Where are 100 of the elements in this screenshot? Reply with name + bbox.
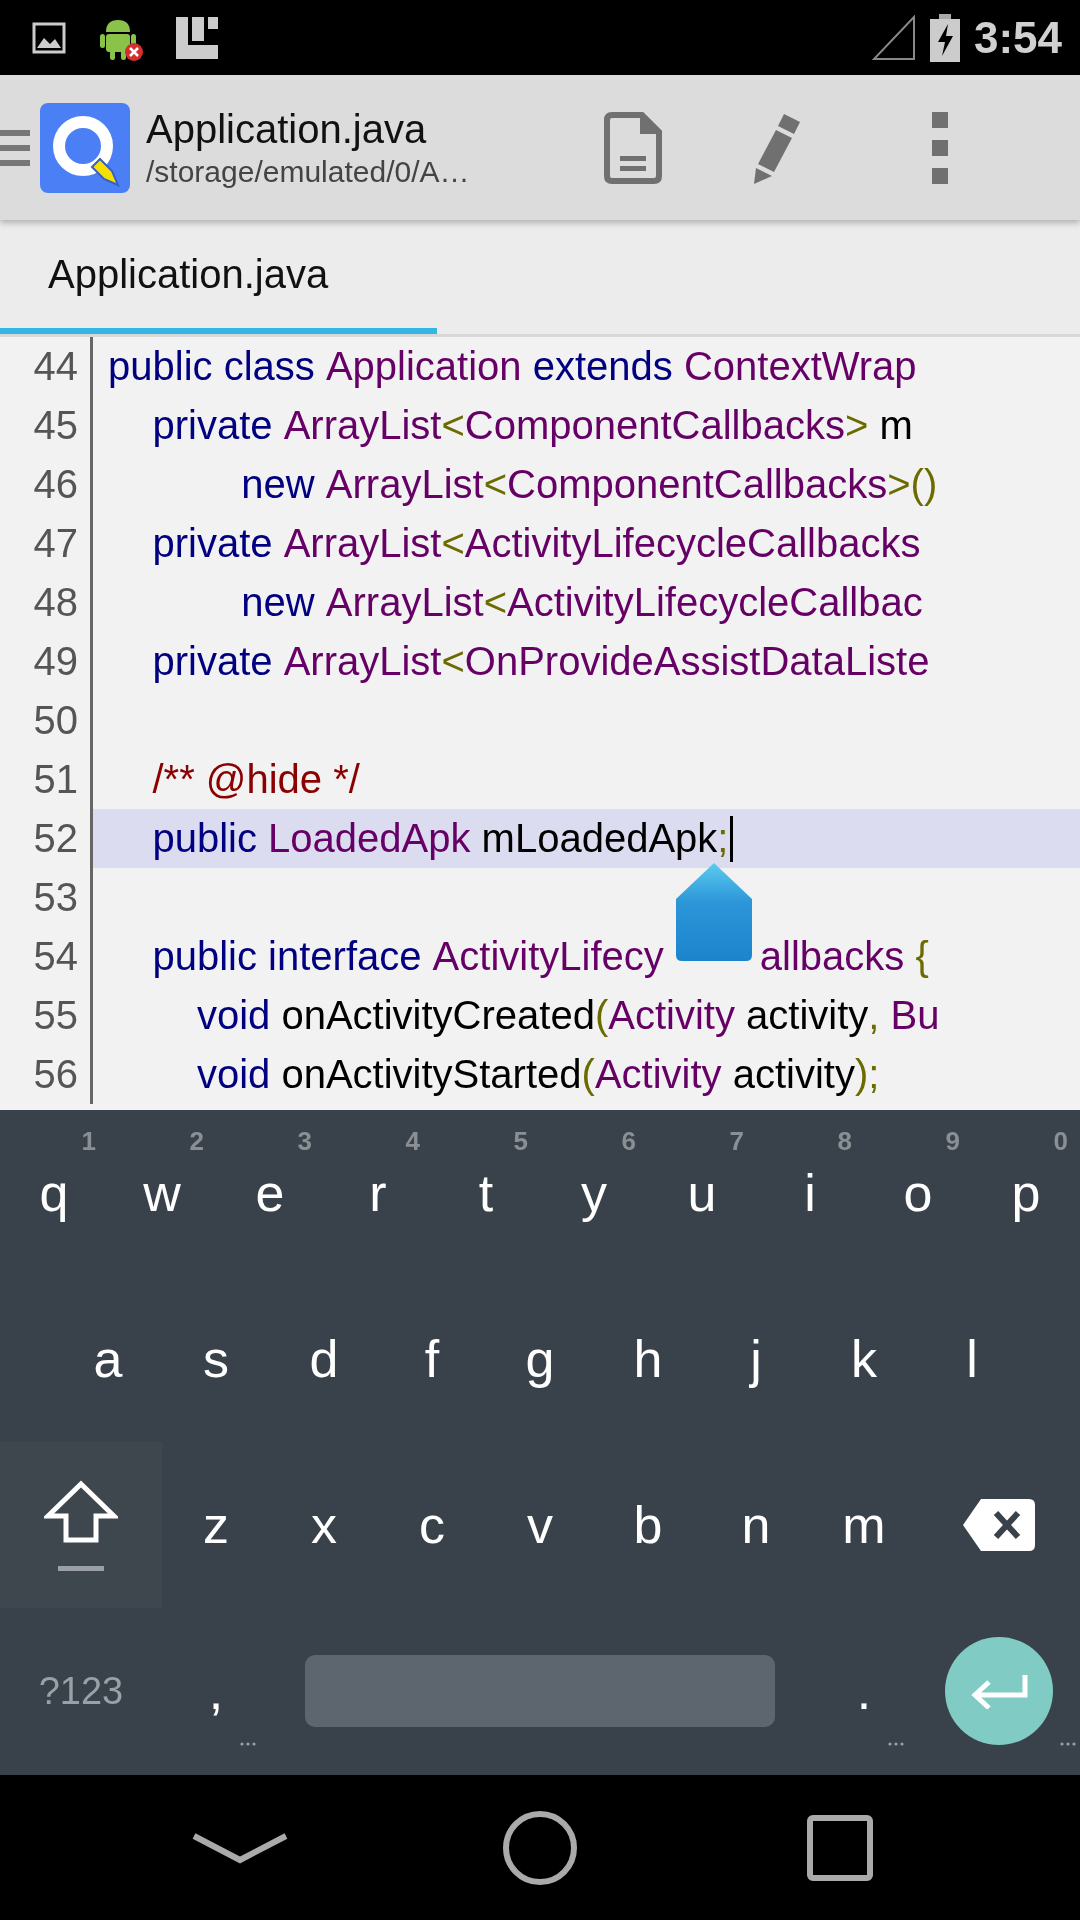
code-token: ArrayList	[325, 579, 484, 626]
circle-icon	[502, 1809, 578, 1886]
code-token: m	[879, 402, 913, 449]
code-token: <	[441, 402, 465, 449]
keyboard-key[interactable]: e 3	[216, 1110, 324, 1276]
text-cursor	[730, 816, 734, 862]
image-icon	[32, 21, 66, 54]
keyboard-key[interactable]: t 5	[432, 1110, 540, 1276]
key-hint: 5	[513, 1126, 528, 1157]
more-dots-icon	[240, 1742, 256, 1746]
keyboard-key[interactable]: a	[54, 1276, 162, 1442]
code-token: mLoadedApk	[481, 815, 718, 862]
key-hint: 7	[729, 1126, 744, 1157]
line-number: 53	[32, 874, 79, 921]
keyboard-key[interactable]: o 9	[864, 1110, 972, 1276]
code-token: new	[240, 579, 316, 626]
code-token: ComponentCallbacks	[507, 461, 888, 508]
keyboard-key[interactable]: c	[378, 1442, 486, 1608]
code-token: public interface	[151, 933, 423, 980]
code-token: ActivityLifecy	[432, 933, 664, 980]
stacked-squares-icon	[174, 14, 220, 61]
keyboard-key[interactable]: r 4	[324, 1110, 432, 1276]
code-token: void	[195, 992, 272, 1039]
key-hint: 4	[405, 1126, 420, 1157]
code-token: ;	[717, 815, 729, 862]
punctuation-key[interactable]: .	[810, 1608, 918, 1774]
keyboard-key[interactable]: g	[486, 1276, 594, 1442]
line-number: 48	[32, 579, 79, 626]
file-path: /storage/emulated/0/A…	[146, 153, 471, 190]
code-token: );	[854, 1051, 880, 1098]
line-number: 50	[32, 697, 79, 744]
keyboard-key[interactable]: q 1	[0, 1110, 108, 1276]
line-number: 46	[32, 461, 79, 508]
line-number: 44	[32, 343, 79, 390]
code-token: LoadedApk	[268, 815, 472, 862]
key-hint: 2	[189, 1126, 204, 1157]
shift-key[interactable]	[0, 1442, 162, 1608]
punctuation-key[interactable]: ,	[162, 1608, 270, 1774]
keyboard-key[interactable]: n	[702, 1442, 810, 1608]
symbols-key[interactable]: ?123	[0, 1608, 162, 1774]
keyboard-key[interactable]: l	[918, 1276, 1026, 1442]
keyboard-key[interactable]: u 7	[648, 1110, 756, 1276]
line-number: 51	[32, 756, 79, 803]
signal-icon	[871, 14, 916, 61]
code-token: onActivityCreated	[281, 992, 595, 1039]
keyboard-key[interactable]: v	[486, 1442, 594, 1608]
document-icon	[604, 111, 662, 184]
file-title: Application.java	[146, 105, 428, 153]
selection-handle[interactable]	[676, 863, 753, 961]
keyboard-key[interactable]: x	[270, 1442, 378, 1608]
code-token: public class	[108, 343, 316, 390]
code-token: (	[581, 1051, 595, 1098]
code-token: extends	[532, 343, 674, 390]
key-hint: 3	[297, 1126, 312, 1157]
keyboard-key[interactable]: b	[594, 1442, 702, 1608]
code-token: new	[240, 461, 316, 508]
code-token: public	[151, 815, 258, 862]
code-token: Bu	[890, 992, 940, 1039]
code-token: <	[441, 638, 465, 685]
code-token: activity	[746, 992, 869, 1039]
code-token: ArrayList	[283, 402, 442, 449]
backspace-icon	[963, 1499, 1035, 1551]
code-token: private	[151, 520, 274, 567]
line-number: 47	[32, 520, 79, 567]
code-token: onActivityStarted	[281, 1051, 582, 1098]
more-dots-icon	[888, 1742, 904, 1746]
line-number: 56	[32, 1051, 79, 1098]
shift-arrow-icon	[44, 1479, 118, 1544]
app-logo-icon	[40, 102, 130, 193]
key-hint: 8	[837, 1126, 852, 1157]
keyboard-key[interactable]: y 6	[540, 1110, 648, 1276]
code-token: <	[483, 461, 508, 508]
code-token: allbacks	[759, 933, 906, 980]
keyboard-key[interactable]: s	[162, 1276, 270, 1442]
clock-time: 3:54	[973, 12, 1062, 63]
keyboard-key[interactable]: h	[594, 1276, 702, 1442]
square-icon	[807, 1814, 873, 1881]
keyboard-key[interactable]: d	[270, 1276, 378, 1442]
code-token: <	[441, 520, 465, 567]
keyboard-key[interactable]: p 0	[972, 1110, 1080, 1276]
code-token: >()	[887, 461, 938, 508]
code-token: (	[594, 992, 609, 1039]
key-hint: 1	[81, 1126, 96, 1157]
line-number: 55	[32, 992, 79, 1039]
keyboard-key[interactable]: m	[810, 1442, 918, 1608]
keyboard-key[interactable]: z	[162, 1442, 270, 1608]
keyboard-key[interactable]: j	[702, 1276, 810, 1442]
keyboard-key[interactable]: i 8	[756, 1110, 864, 1276]
line-number: 54	[32, 933, 79, 980]
code-token: ArrayList	[325, 461, 484, 508]
keyboard-key[interactable]: f	[378, 1276, 486, 1442]
code-token: <	[483, 579, 508, 626]
code-token: >	[845, 402, 870, 449]
code-token: {	[915, 933, 929, 980]
return-icon	[969, 1673, 1029, 1709]
more-dots-icon	[1060, 1742, 1076, 1746]
code-token: ,	[868, 992, 881, 1039]
keyboard-key[interactable]: k	[810, 1276, 918, 1442]
keyboard-key[interactable]: w 2	[108, 1110, 216, 1276]
code-token: ActivityLifecycleCallbac	[507, 579, 923, 626]
